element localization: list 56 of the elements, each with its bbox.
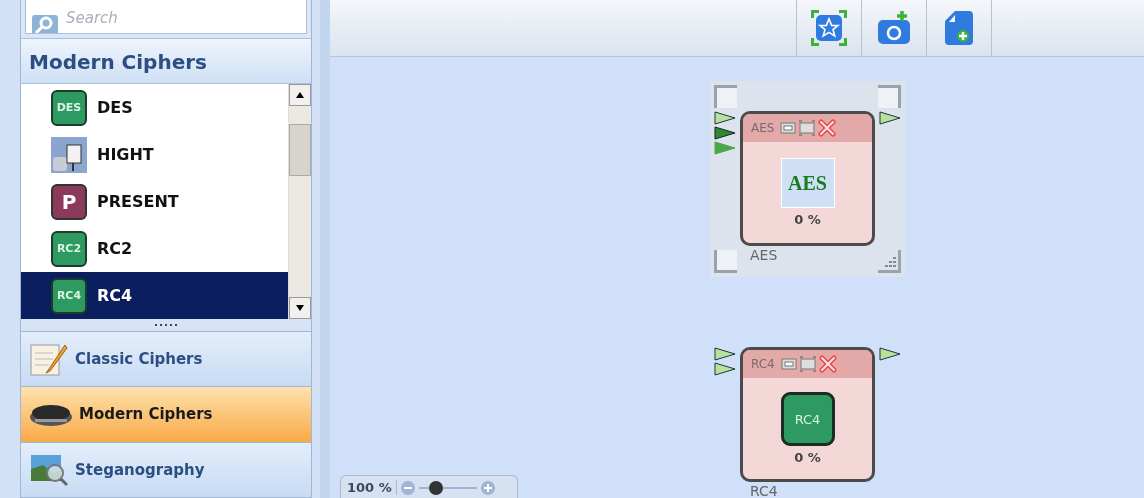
search-icon xyxy=(32,15,58,34)
component-icon: DES xyxy=(51,89,87,126)
category-tab[interactable]: Modern Ciphers xyxy=(21,387,311,443)
category-tab[interactable]: Classic Ciphers xyxy=(21,331,311,388)
input-port-icon[interactable] xyxy=(714,111,736,125)
close-icon[interactable] xyxy=(818,119,837,137)
magnifier-icon xyxy=(29,452,69,487)
component-item[interactable]: P PRESENT xyxy=(21,178,288,226)
module-caption: AES xyxy=(750,247,778,263)
notepad-icon xyxy=(29,341,69,377)
component-module[interactable]: AES AES 0 % xyxy=(740,111,875,246)
component-item[interactable]: RC4 RC4 xyxy=(21,272,288,320)
zoom-label: 100 % xyxy=(347,480,397,495)
module-caption: RC4 xyxy=(750,483,778,498)
close-icon[interactable] xyxy=(818,355,837,373)
component-item[interactable]: RC2 RC2 xyxy=(21,225,288,273)
component-item[interactable]: HIGHT xyxy=(21,131,288,179)
output-port-icon[interactable] xyxy=(879,347,901,361)
output-port-icon[interactable] xyxy=(879,111,901,125)
category-tab[interactable]: Steganography xyxy=(21,442,311,498)
frame-corner xyxy=(878,85,901,108)
component-icon: RC4 xyxy=(51,277,87,314)
selection-frame[interactable]: AES AES 0 % AES xyxy=(710,81,905,277)
scrollbar[interactable] xyxy=(288,84,311,320)
module-icon: RC4 xyxy=(780,392,835,446)
component-icon: RC2 xyxy=(51,230,87,267)
resize-grip-icon[interactable] xyxy=(883,255,897,269)
progress-text: 0 % xyxy=(794,450,821,465)
module-title: AES xyxy=(751,121,775,135)
module-icon: AES xyxy=(780,158,835,208)
minimize-icon[interactable] xyxy=(780,357,797,371)
zoom-out-button[interactable] xyxy=(400,480,415,495)
frame-corner xyxy=(714,250,737,273)
component-item[interactable]: DES DES xyxy=(21,84,288,132)
component-module[interactable]: RC4 RC4 0 % xyxy=(740,347,875,482)
input-port-icon[interactable] xyxy=(714,347,736,361)
minimize-icon[interactable] xyxy=(780,121,797,135)
maximize-icon[interactable] xyxy=(798,356,817,372)
search-box[interactable]: Search xyxy=(25,0,307,35)
frame-corner xyxy=(714,85,737,108)
zoom-in-button[interactable] xyxy=(480,480,495,495)
star-icon xyxy=(809,8,849,48)
module-title: RC4 xyxy=(751,357,775,371)
input-port-icon[interactable] xyxy=(714,126,736,140)
splitter-grip[interactable] xyxy=(21,319,311,332)
computer-icon xyxy=(51,136,87,173)
scroll-up-icon[interactable] xyxy=(296,92,304,99)
maximize-icon[interactable] xyxy=(798,120,817,136)
component-icon: P xyxy=(51,183,87,220)
scroll-thumb[interactable] xyxy=(289,124,311,177)
input-port-icon[interactable] xyxy=(714,362,736,376)
list-header: Modern Ciphers xyxy=(21,38,311,85)
progress-text: 0 % xyxy=(794,212,821,227)
search-field[interactable]: Search xyxy=(66,7,266,30)
input-port-icon[interactable] xyxy=(714,141,736,155)
scroll-down-icon[interactable] xyxy=(296,305,304,312)
